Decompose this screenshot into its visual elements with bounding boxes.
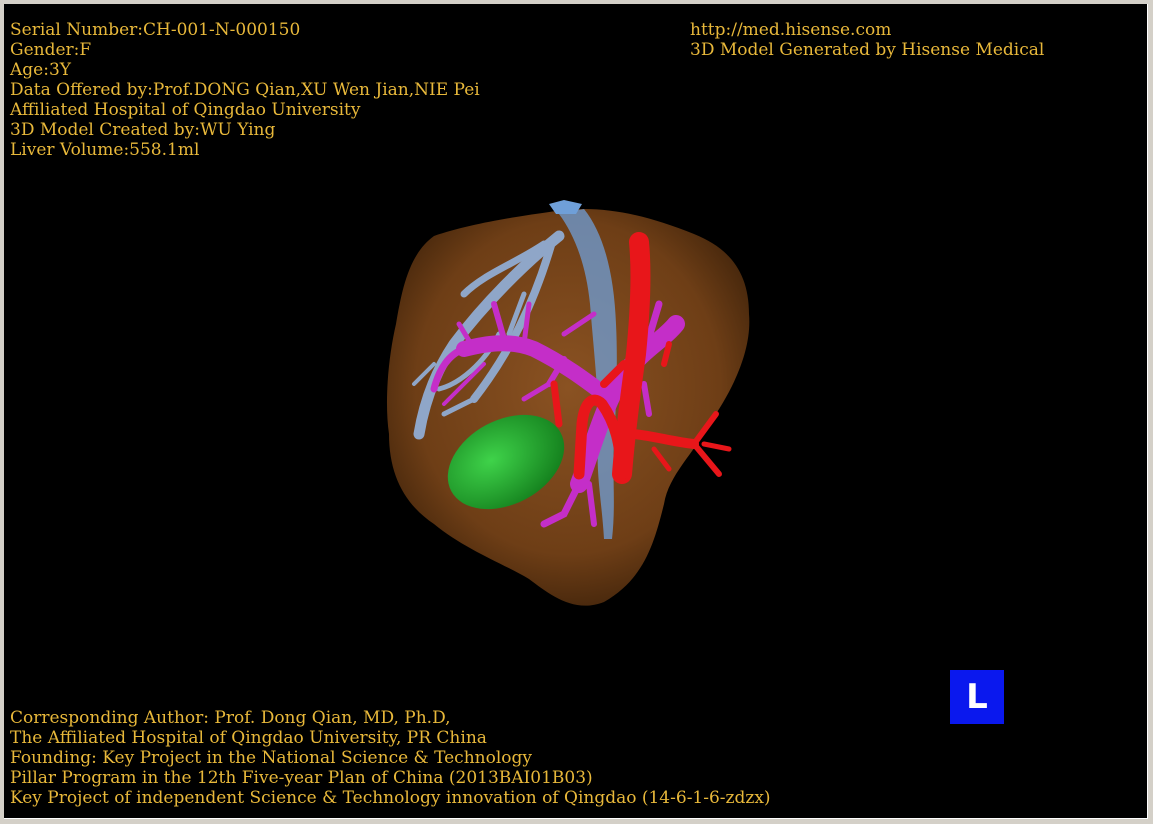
- pillar-program-label: Pillar Program in the 12th Five-year Pla…: [10, 768, 593, 788]
- affiliation-label: The Affiliated Hospital of Qingdao Unive…: [10, 728, 487, 748]
- site-url: http://med.hisense.com: [690, 20, 892, 40]
- data-offered-by-label: Data Offered by:Prof.DONG Qian,XU Wen Ji…: [10, 80, 480, 100]
- liver-body: [386, 209, 750, 606]
- orientation-marker: L: [950, 670, 1004, 724]
- generator-label: 3D Model Generated by Hisense Medical: [690, 40, 1045, 60]
- hospital-label: Affiliated Hospital of Qingdao Universit…: [10, 100, 361, 120]
- model-created-by-label: 3D Model Created by:WU Ying: [10, 120, 276, 140]
- gender-label: Gender:F: [10, 40, 92, 60]
- credits-block: Corresponding Author: Prof. Dong Qian, M…: [10, 708, 771, 808]
- patient-info-block: Serial Number:CH-001-N-000150 Gender:F A…: [10, 20, 480, 160]
- serial-number-label: Serial Number:CH-001-N-000150: [10, 20, 301, 40]
- founding-label: Founding: Key Project in the National Sc…: [10, 748, 532, 768]
- site-info-block: http://med.hisense.com 3D Model Generate…: [690, 20, 1044, 60]
- 3d-viewport[interactable]: Serial Number:CH-001-N-000150 Gender:F A…: [4, 4, 1148, 819]
- corresponding-author-label: Corresponding Author: Prof. Dong Qian, M…: [10, 708, 451, 728]
- viewer-window-frame: Serial Number:CH-001-N-000150 Gender:F A…: [0, 0, 1153, 824]
- age-label: Age:3Y: [10, 60, 71, 80]
- key-project-label: Key Project of independent Science & Tec…: [10, 788, 771, 808]
- liver-volume-label: Liver Volume:558.1ml: [10, 140, 200, 160]
